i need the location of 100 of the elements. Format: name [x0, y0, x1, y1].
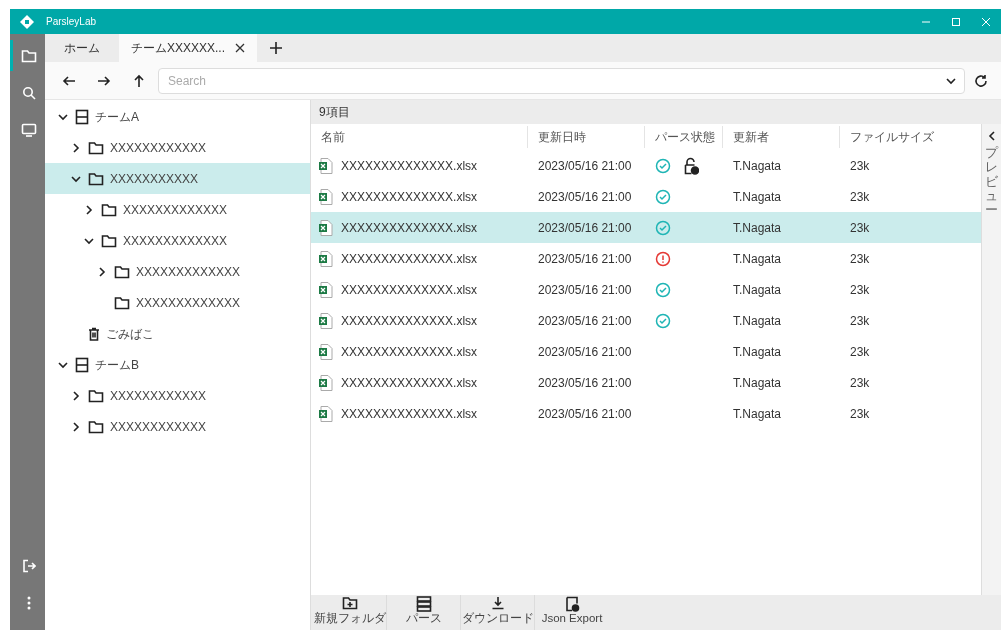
toolbar-button[interactable]: Json Export [535, 595, 609, 630]
modified-by: T.Nagata [733, 343, 782, 361]
toolbar-button[interactable]: パース [387, 595, 461, 630]
folder-icon [21, 48, 37, 63]
folder-icon [88, 419, 104, 434]
tree-item[interactable]: XXXXXXXXXXXX [45, 380, 310, 411]
modified-by: T.Nagata [733, 374, 782, 392]
modified-date: 2023/05/16 21:00 [538, 250, 632, 268]
file-row[interactable]: XXXXXXXXXXXXXX.xlsx 2023/05/16 21:00 T.Nagata 23k [311, 243, 981, 274]
search-icon [22, 85, 36, 100]
column-header[interactable]: 更新日時 [528, 126, 645, 148]
file-row[interactable]: XXXXXXXXXXXXXX.xlsx 2023/05/16 21:00 T.Nagata 23k [311, 181, 981, 212]
modified-by: T.Nagata [733, 281, 782, 299]
search-field[interactable]: Search [158, 67, 965, 94]
chevron-right-icon [70, 389, 82, 402]
chevron-right-icon [70, 420, 82, 433]
modified-date: 2023/05/16 21:00 [538, 188, 632, 206]
folder-icon [88, 388, 104, 403]
file-row[interactable]: XXXXXXXXXXXXXX.xlsx 2023/05/16 21:00 T.Nagata 23k [311, 367, 981, 398]
tree-item[interactable]: XXXXXXXXXXXX [45, 411, 310, 442]
column-header[interactable]: 更新者 [723, 126, 840, 148]
preview-label[interactable]: プレビュー [985, 146, 998, 218]
excel-file-icon [319, 157, 333, 174]
file-name: XXXXXXXXXXXXXX.xlsx [341, 281, 478, 299]
modified-by: T.Nagata [733, 188, 782, 206]
arrow-right-icon [96, 73, 111, 88]
lock-icon [683, 156, 699, 175]
column-header[interactable]: パース状態 [645, 126, 723, 148]
file-name: XXXXXXXXXXXXXX.xlsx [341, 343, 478, 361]
column-header[interactable]: 名前 [311, 126, 528, 148]
modified-date: 2023/05/16 21:00 [538, 219, 632, 237]
tree-item[interactable]: XXXXXXXXXXXXX [45, 194, 310, 225]
file-row[interactable]: XXXXXXXXXXXXXX.xlsx 2023/05/16 21:00 T.Nagata 23k [311, 398, 981, 429]
file-name: XXXXXXXXXXXXXX.xlsx [341, 157, 478, 175]
excel-file-icon [319, 405, 333, 422]
file-size: 23k [850, 219, 870, 237]
refresh-icon [974, 73, 988, 88]
arrow-left-icon [61, 73, 76, 88]
modified-by: T.Nagata [733, 219, 782, 237]
more-icon [27, 595, 31, 610]
tree-item[interactable]: XXXXXXXXXXXXX [45, 256, 310, 287]
chevron-right-icon [96, 265, 108, 278]
check-circle-icon [655, 312, 671, 329]
new-folder-icon [341, 596, 358, 610]
file-size: 23k [850, 281, 870, 299]
tree-item[interactable]: ごみばこ [45, 318, 310, 349]
logout-icon [22, 558, 36, 573]
chevron-right-icon [70, 141, 82, 154]
excel-file-icon [319, 343, 333, 360]
tree-item[interactable]: チームA [45, 101, 310, 132]
file-name: XXXXXXXXXXXXXX.xlsx [341, 405, 478, 423]
download-icon [490, 596, 505, 610]
file-size: 23k [850, 405, 870, 423]
chevron-right-icon [83, 203, 95, 216]
tree-item[interactable]: XXXXXXXXXXXXX [45, 287, 310, 318]
modified-by: T.Nagata [733, 312, 782, 330]
tab[interactable]: チームXXXXXX... [119, 34, 258, 62]
server-rack-icon [415, 596, 432, 612]
file-row[interactable]: XXXXXXXXXXXXXX.xlsx 2023/05/16 21:00 T.Nagata 23k [311, 305, 981, 336]
file-size: 23k [850, 374, 870, 392]
tab[interactable]: ホーム [45, 34, 119, 62]
file-row[interactable]: XXXXXXXXXXXXXX.xlsx 2023/05/16 21:00 T.Nagata 23k [311, 212, 981, 243]
column-header[interactable]: ファイルサイズ [840, 126, 981, 148]
tree-item[interactable]: チームB [45, 349, 310, 380]
modified-date: 2023/05/16 21:00 [538, 405, 632, 423]
folder-icon [88, 171, 104, 186]
app-logo-icon [20, 15, 34, 30]
file-row[interactable]: XXXXXXXXXXXXXX.xlsx 2023/05/16 21:00 T.Nagata 23k [311, 274, 981, 305]
file-size: 23k [850, 343, 870, 361]
excel-file-icon [319, 188, 333, 205]
file-name: XXXXXXXXXXXXXX.xlsx [341, 250, 478, 268]
modified-by: T.Nagata [733, 250, 782, 268]
folder-icon [114, 264, 130, 279]
check-circle-icon [655, 219, 671, 236]
excel-file-icon [319, 250, 333, 267]
file-name: XXXXXXXXXXXXXX.xlsx [341, 312, 478, 330]
folder-icon [88, 140, 104, 155]
modified-date: 2023/05/16 21:00 [538, 312, 632, 330]
close-tab-icon[interactable] [235, 43, 246, 53]
excel-file-icon [319, 219, 333, 236]
file-row[interactable]: XXXXXXXXXXXXXX.xlsx 2023/05/16 21:00 T.Nagata 23k [311, 150, 981, 181]
folder-icon [101, 202, 117, 217]
folder-icon [101, 233, 117, 248]
excel-file-icon [319, 312, 333, 329]
check-circle-icon [655, 188, 671, 205]
tree-item[interactable]: XXXXXXXXXXXXX [45, 225, 310, 256]
file-name: XXXXXXXXXXXXXX.xlsx [341, 188, 478, 206]
file-row[interactable]: XXXXXXXXXXXXXX.xlsx 2023/05/16 21:00 T.Nagata 23k [311, 336, 981, 367]
file-size: 23k [850, 188, 870, 206]
file-size: 23k [850, 250, 870, 268]
modified-by: T.Nagata [733, 157, 782, 175]
check-circle-icon [655, 281, 671, 298]
toolbar-button[interactable]: ダウンロード [461, 595, 535, 630]
tree-item[interactable]: XXXXXXXXXXX [45, 163, 310, 194]
toolbar-button[interactable]: 新規フォルダ [313, 595, 387, 630]
folder-icon [114, 295, 130, 310]
maximize-icon [950, 15, 962, 28]
modified-by: T.Nagata [733, 405, 782, 423]
plus-icon [269, 41, 284, 55]
tree-item[interactable]: XXXXXXXXXXXX [45, 132, 310, 163]
